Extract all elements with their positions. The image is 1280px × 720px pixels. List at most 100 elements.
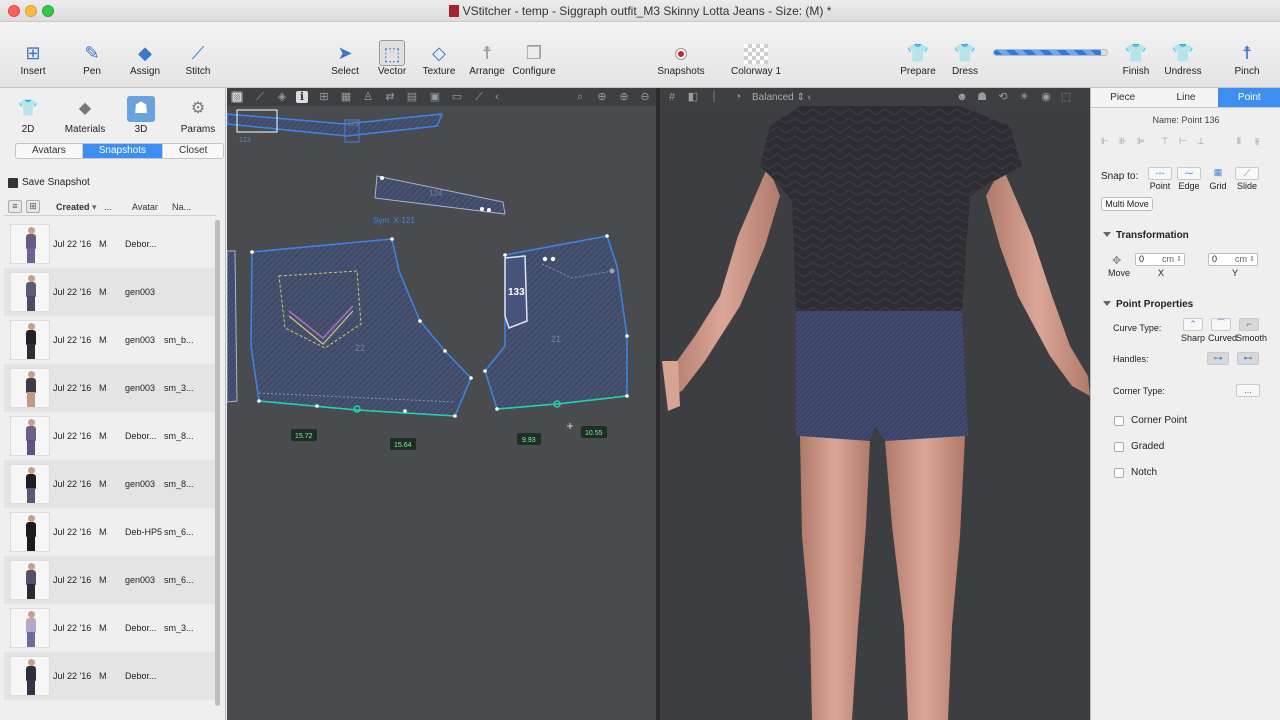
grading-icon[interactable]: ◈ — [276, 91, 288, 103]
curve-smooth-button[interactable]: ⌐ — [1239, 318, 1259, 331]
snapshot-row[interactable]: Jul 22 '16 Mgen003 sm_b... — [4, 316, 216, 364]
tab-line[interactable]: Line — [1154, 88, 1217, 107]
tab-piece[interactable]: Piece — [1091, 88, 1154, 107]
stepper-icon[interactable]: ⇕ — [1176, 254, 1182, 265]
curve-curved-button[interactable]: ⁀ — [1211, 318, 1231, 331]
back-panel-piece[interactable]: 22 — [250, 237, 473, 418]
quality-mode[interactable]: Balanced ⇕ ‹ — [752, 92, 811, 103]
snapshot-row[interactable]: Jul 22 '16 Mgen003 sm_8... — [4, 460, 216, 508]
snap-point-button[interactable]: -◦- Point — [1147, 167, 1173, 191]
align-left-icon[interactable]: ⊩ — [1101, 136, 1109, 147]
zoom-selection-icon[interactable]: ⊕ — [596, 91, 608, 103]
distribute-h-icon[interactable]: ⫴ — [1237, 136, 1241, 147]
distribute-v-icon[interactable]: ⫵ — [1255, 136, 1259, 147]
slash-icon[interactable]: ⟋ — [473, 91, 485, 103]
grid-view-icon[interactable]: ⊞ — [26, 200, 40, 213]
pattern-view-icon[interactable]: ▨ — [231, 91, 243, 103]
snapshots-tool[interactable]: Snapshots — [651, 40, 711, 77]
light-icon[interactable]: ☀ — [1018, 91, 1030, 103]
camera-icon[interactable]: ◉ — [1040, 91, 1052, 103]
dress-tool[interactable]: 👕 Dress — [935, 40, 995, 77]
align-center-icon[interactable]: ⊪ — [1119, 136, 1127, 147]
garment-icon[interactable]: ☗ — [976, 91, 988, 103]
assign-tool[interactable]: ◆ Assign — [115, 40, 175, 77]
snapshot-row[interactable]: Jul 22 '16 M Debor... sm_8... — [4, 412, 216, 460]
tab-snapshots[interactable]: Snapshots — [82, 144, 163, 158]
back-piece-edge[interactable] — [227, 250, 238, 403]
insert-tool[interactable]: ⊞ Insert — [3, 40, 63, 77]
snapshot-row[interactable]: Jul 22 '16 M Debor... — [4, 220, 216, 268]
info-icon[interactable]: ℹ — [296, 91, 308, 103]
handles-on-button[interactable]: ⊶ — [1207, 352, 1229, 365]
tab-avatars[interactable]: Avatars — [16, 144, 83, 158]
col-created[interactable]: Created — [56, 202, 90, 212]
frame-icon[interactable]: ▭ — [451, 91, 463, 103]
handles-off-button[interactable]: ⊷ — [1237, 352, 1259, 365]
corner-point-checkbox[interactable] — [1114, 416, 1124, 426]
tab-point[interactable]: Point — [1217, 88, 1280, 107]
ruler-icon[interactable]: ⊞ — [318, 91, 330, 103]
pinch-tool[interactable]: ☨ Pinch — [1217, 40, 1277, 77]
mode-materials[interactable]: ◆ Materials — [59, 96, 111, 135]
align-right-icon[interactable]: ⊫ — [1137, 136, 1145, 147]
front-panel-piece[interactable]: 133 21 — [483, 234, 629, 411]
snap-grid-button[interactable]: ▦ Grid — [1205, 167, 1231, 191]
multi-move-button[interactable]: Multi Move — [1101, 197, 1153, 211]
tab-closet[interactable]: Closet — [163, 144, 223, 158]
zoom-fit-icon[interactable]: ⌕ — [574, 91, 586, 103]
avatar-icon[interactable]: ☻ — [956, 91, 968, 103]
shirt-outline-icon[interactable]: ♙ — [362, 91, 374, 103]
mode-3d[interactable]: ☗ 3D — [115, 96, 167, 135]
col-avatar[interactable]: Avatar — [132, 202, 158, 212]
zoom-out-icon[interactable]: ⊖ — [639, 91, 651, 103]
snapshot-row[interactable]: Jul 22 '16 M Debor... sm_3... — [4, 604, 216, 652]
pocket-facing-piece[interactable]: 124 Sym: X-121 — [373, 175, 506, 225]
undress-tool[interactable]: 👕 Undress — [1153, 40, 1213, 77]
pen-tool[interactable]: ✎ Pen — [62, 40, 122, 77]
shading-icon[interactable]: ◧ — [687, 91, 699, 103]
col-more[interactable]: ... — [104, 202, 112, 212]
move-y-field[interactable]: 0 cm ⇕ — [1208, 253, 1258, 266]
align-middle-icon[interactable]: ⊢ — [1179, 136, 1187, 147]
configure-tool[interactable]: ❒ Configure — [504, 40, 564, 77]
bag-icon[interactable]: ▣ — [429, 91, 441, 103]
rotate-icon[interactable]: ⟲ — [997, 91, 1009, 103]
snap-slide-button[interactable]: ⟋ Slide — [1234, 167, 1260, 191]
align-bottom-icon[interactable]: ⊥ — [1197, 136, 1205, 147]
quality-gauge-icon[interactable]: ◔ — [732, 91, 744, 103]
snapshot-row[interactable]: Jul 22 '16 M Deb-HP5 sm_6... — [4, 508, 216, 556]
3d-viewport[interactable]: # ◧ ⏐ ◔ Balanced ⇕ ‹ ☻ ☗ ⟲ ☀ ◉ ⬚ — [660, 88, 1090, 720]
colorway-select[interactable]: Colorway 1 — [726, 40, 786, 77]
snap-edge-button[interactable]: ⁓ Edge — [1176, 167, 1202, 191]
snapshot-row[interactable]: Jul 22 '16 Mgen003 — [4, 268, 216, 316]
sewing-icon[interactable]: ⟋ — [254, 91, 266, 103]
mode-2d[interactable]: 👕 2D — [2, 96, 54, 135]
collapse-left-icon[interactable]: ‹ — [491, 91, 503, 103]
pattern-canvas[interactable]: ▨ ⟋ ◈ ℹ ⊞ ▦ ♙ ⇄ ▤ ▣ ▭ ⟋ ‹ ⌕ ⊕ ⊕ ⊖ 125 12… — [227, 88, 656, 720]
grid-toggle-icon[interactable]: # — [666, 91, 678, 103]
zoom-in-icon[interactable]: ⊕ — [618, 91, 630, 103]
pattern-pieces[interactable]: 125 123 124 Sym: X-121 22 133 21 15.72 1… — [227, 106, 656, 720]
flip-icon[interactable]: ⇄ — [384, 91, 396, 103]
col-name[interactable]: Na... — [172, 202, 191, 212]
stitch-tool[interactable]: ⟋ Stitch — [168, 40, 228, 77]
layers-icon[interactable]: ▤ — [406, 91, 418, 103]
avatar-render[interactable] — [660, 106, 1090, 720]
align-top-icon[interactable]: ⊤ — [1161, 136, 1169, 147]
snapshot-row[interactable]: Jul 22 '16 Mgen003 sm_3... — [4, 364, 216, 412]
transformation-section[interactable]: Transformation — [1103, 230, 1189, 241]
notch-checkbox[interactable] — [1114, 468, 1124, 478]
curve-sharp-button[interactable]: ⌃ — [1183, 318, 1203, 331]
corner-type-select[interactable]: ... — [1236, 384, 1260, 397]
snapshot-row[interactable]: Jul 22 '16 Mgen003 sm_6... — [4, 556, 216, 604]
graded-checkbox[interactable] — [1114, 442, 1124, 452]
grid-icon[interactable]: ▦ — [340, 91, 352, 103]
stepper-icon[interactable]: ⇕ — [1249, 254, 1255, 265]
move-x-field[interactable]: 0 cm ⇕ — [1135, 253, 1185, 266]
list-view-icon[interactable]: ≡ — [8, 200, 22, 213]
waistband-piece[interactable]: 125 123 — [227, 109, 444, 144]
mode-params[interactable]: ⚙ Params — [172, 96, 224, 135]
snapshot-row[interactable]: Jul 22 '16 M Debor... — [4, 652, 216, 700]
save-snapshot-button[interactable]: Save Snapshot — [6, 175, 90, 191]
fullscreen-icon[interactable]: ⬚ — [1060, 91, 1072, 103]
